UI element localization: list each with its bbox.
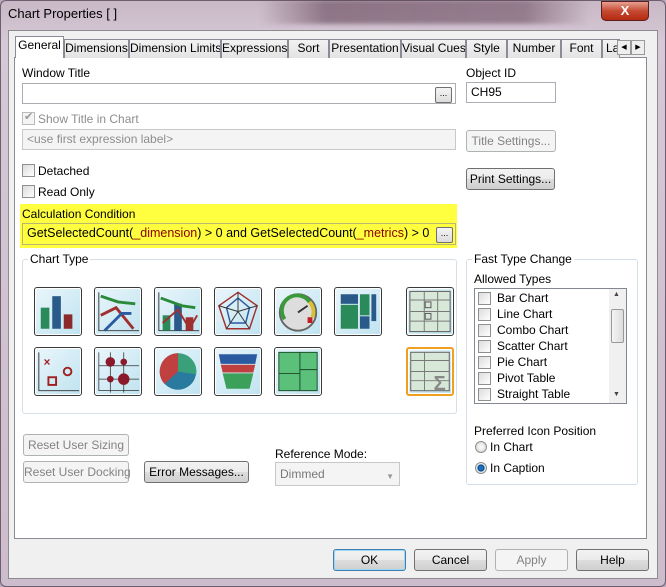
window-title-input[interactable] [22,83,456,104]
read-only-checkbox[interactable] [22,185,35,198]
scroll-down-icon[interactable]: ▼ [613,391,620,398]
list-item-label: Pie Chart [497,355,548,369]
window-title: Chart Properties [ ] [8,6,118,21]
combo-chart-icon[interactable] [154,287,202,336]
window-title-ellipsis-button[interactable]: ... [435,87,452,103]
straight-table-icon[interactable]: Σ [406,347,454,396]
chevron-down-icon: ▼ [386,472,394,481]
line-chart-icon[interactable] [94,287,142,336]
calc-condition-ellipsis-button[interactable]: ... [436,227,453,243]
tab-style[interactable]: Style [466,39,507,58]
block-chart-icon[interactable] [274,347,322,396]
cancel-button[interactable]: Cancel [414,549,487,571]
funnel-chart-icon[interactable] [214,347,262,396]
scatter-chart-checkbox[interactable] [478,339,491,353]
bar-chart-checkbox[interactable] [478,291,491,305]
calc-variable: _dimension [133,226,198,240]
list-item-label: Line Chart [497,307,553,321]
svg-text:×: × [44,357,51,369]
calc-condition-label: Calculation Condition [22,207,136,221]
scroll-thumb[interactable] [611,309,624,343]
in-chart-label: In Chart [490,440,533,454]
titlebar-background [260,0,590,24]
help-button[interactable]: Help [576,549,649,571]
grid-chart-icon[interactable] [94,347,142,396]
list-item[interactable]: Scatter Chart [478,338,568,354]
ok-button[interactable]: OK [333,549,406,571]
calc-text: ) > 0 and GetSelectedCount( [197,226,357,240]
chart-type-label: Chart Type [28,252,91,266]
show-title-checkbox[interactable]: ✔ [22,111,35,125]
list-item[interactable]: Pie Chart [478,354,547,370]
detached-label: Detached [38,164,90,178]
scroll-up-icon[interactable]: ▲ [613,291,620,298]
tab-dimension-limits[interactable]: Dimension Limits [129,39,221,58]
reset-user-sizing-button[interactable]: Reset User Sizing [23,434,129,456]
list-item-label: Combo Chart [497,323,569,337]
tab-number[interactable]: Number [507,39,561,58]
error-messages-button[interactable]: Error Messages... [144,461,249,483]
tab-sort[interactable]: Sort [288,39,329,58]
calc-condition-input[interactable]: GetSelectedCount(_dimension) > 0 and Get… [22,223,456,245]
tab-presentation[interactable]: Presentation [329,39,401,58]
print-settings-button[interactable]: Print Settings... [466,168,555,190]
in-caption-radio[interactable] [475,462,487,474]
tab-general[interactable]: General [15,36,64,58]
pivot-table-icon[interactable] [406,287,454,336]
tab-visual-cues[interactable]: Visual Cues [401,39,466,58]
reset-user-docking-button[interactable]: Reset User Docking [23,461,131,483]
tab-expressions[interactable]: Expressions [221,39,288,58]
list-item[interactable]: Straight Table [478,386,570,402]
reference-mode-select[interactable]: Dimmed ▼ [275,462,400,486]
list-item-label: Straight Table [497,387,571,401]
allowed-types-label: Allowed Types [474,272,552,286]
show-title-label: Show Title in Chart [38,112,139,126]
list-item-label: Scatter Chart [497,339,568,353]
list-item[interactable]: Pivot Table [478,370,555,386]
line-chart-checkbox[interactable] [478,307,491,321]
close-button[interactable]: X [601,1,649,21]
list-item-label: Pivot Table [497,371,556,385]
detached-checkbox[interactable] [22,164,35,177]
radar-chart-icon[interactable] [214,287,262,336]
list-item-label: Bar Chart [497,291,549,305]
pivot-table-checkbox[interactable] [478,371,491,385]
title-settings-button[interactable]: Title Settings... [466,130,556,152]
in-caption-label: In Caption [490,461,545,475]
calc-text: GetSelectedCount( [27,226,134,240]
pie-chart-icon[interactable] [154,347,202,396]
window-title-label: Window Title [22,66,91,80]
straight-table-checkbox[interactable] [478,387,491,401]
tab-font[interactable]: Font [561,39,602,58]
reference-mode-value: Dimmed [280,467,325,481]
read-only-label: Read Only [38,185,95,199]
allowed-types-list[interactable]: Bar Chart Line Chart Combo Chart Scatter… [474,288,627,404]
list-item[interactable]: Bar Chart [478,290,548,306]
tab-scroll-right-icon[interactable]: ▶ [631,40,645,55]
combo-chart-checkbox[interactable] [478,323,491,337]
list-item[interactable]: Line Chart [478,306,552,322]
chart-title-input[interactable]: <use first expression label> [22,129,456,150]
object-id-label: Object ID [466,66,517,80]
tab-dimensions[interactable]: Dimensions [64,39,129,58]
reference-mode-label: Reference Mode: [275,447,368,461]
svg-text:Σ: Σ [434,373,446,394]
icon-position-label: Preferred Icon Position [474,424,597,438]
fast-type-change-label: Fast Type Change [472,252,574,266]
scatter-chart-icon[interactable]: × [34,347,82,396]
list-item[interactable]: Combo Chart [478,322,568,338]
bar-chart-icon[interactable] [34,287,82,336]
tab-scroll-left-icon[interactable]: ◀ [617,40,631,55]
mekko-chart-icon[interactable] [334,287,382,336]
list-scrollbar[interactable]: ▲ ▼ [609,289,626,403]
gauge-chart-icon[interactable] [274,287,322,336]
calc-variable: _metrics [356,226,404,240]
object-id-input[interactable]: CH95 [466,82,556,103]
calc-text: ) > 0 [403,226,430,240]
apply-button[interactable]: Apply [495,549,568,571]
in-chart-radio[interactable] [475,441,487,453]
pie-chart-checkbox[interactable] [478,355,491,369]
